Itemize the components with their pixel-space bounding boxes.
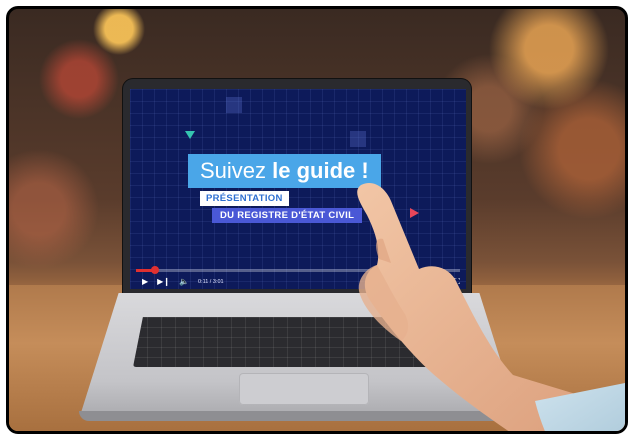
next-icon[interactable]: ▶❙ (157, 277, 170, 287)
headline-regular: Suivez (200, 158, 273, 183)
decor-square (350, 131, 366, 147)
time-display: 0:11 / 3:01 (197, 279, 224, 285)
player-controls: ▶ ▶❙ 🔈 0:11 / 3:01 (142, 276, 224, 288)
photo-frame: Suivez le guide ! PRÉSENTATION DU REGIST… (6, 6, 628, 434)
decor-triangle-teal (185, 131, 195, 139)
volume-icon[interactable]: 🔈 (179, 277, 189, 287)
decor-square (226, 97, 242, 113)
progress-scrubber[interactable] (151, 266, 160, 274)
subtitle-line1: PRÉSENTATION (200, 191, 289, 206)
play-icon[interactable]: ▶ (142, 277, 148, 287)
pointing-hand (357, 183, 625, 431)
